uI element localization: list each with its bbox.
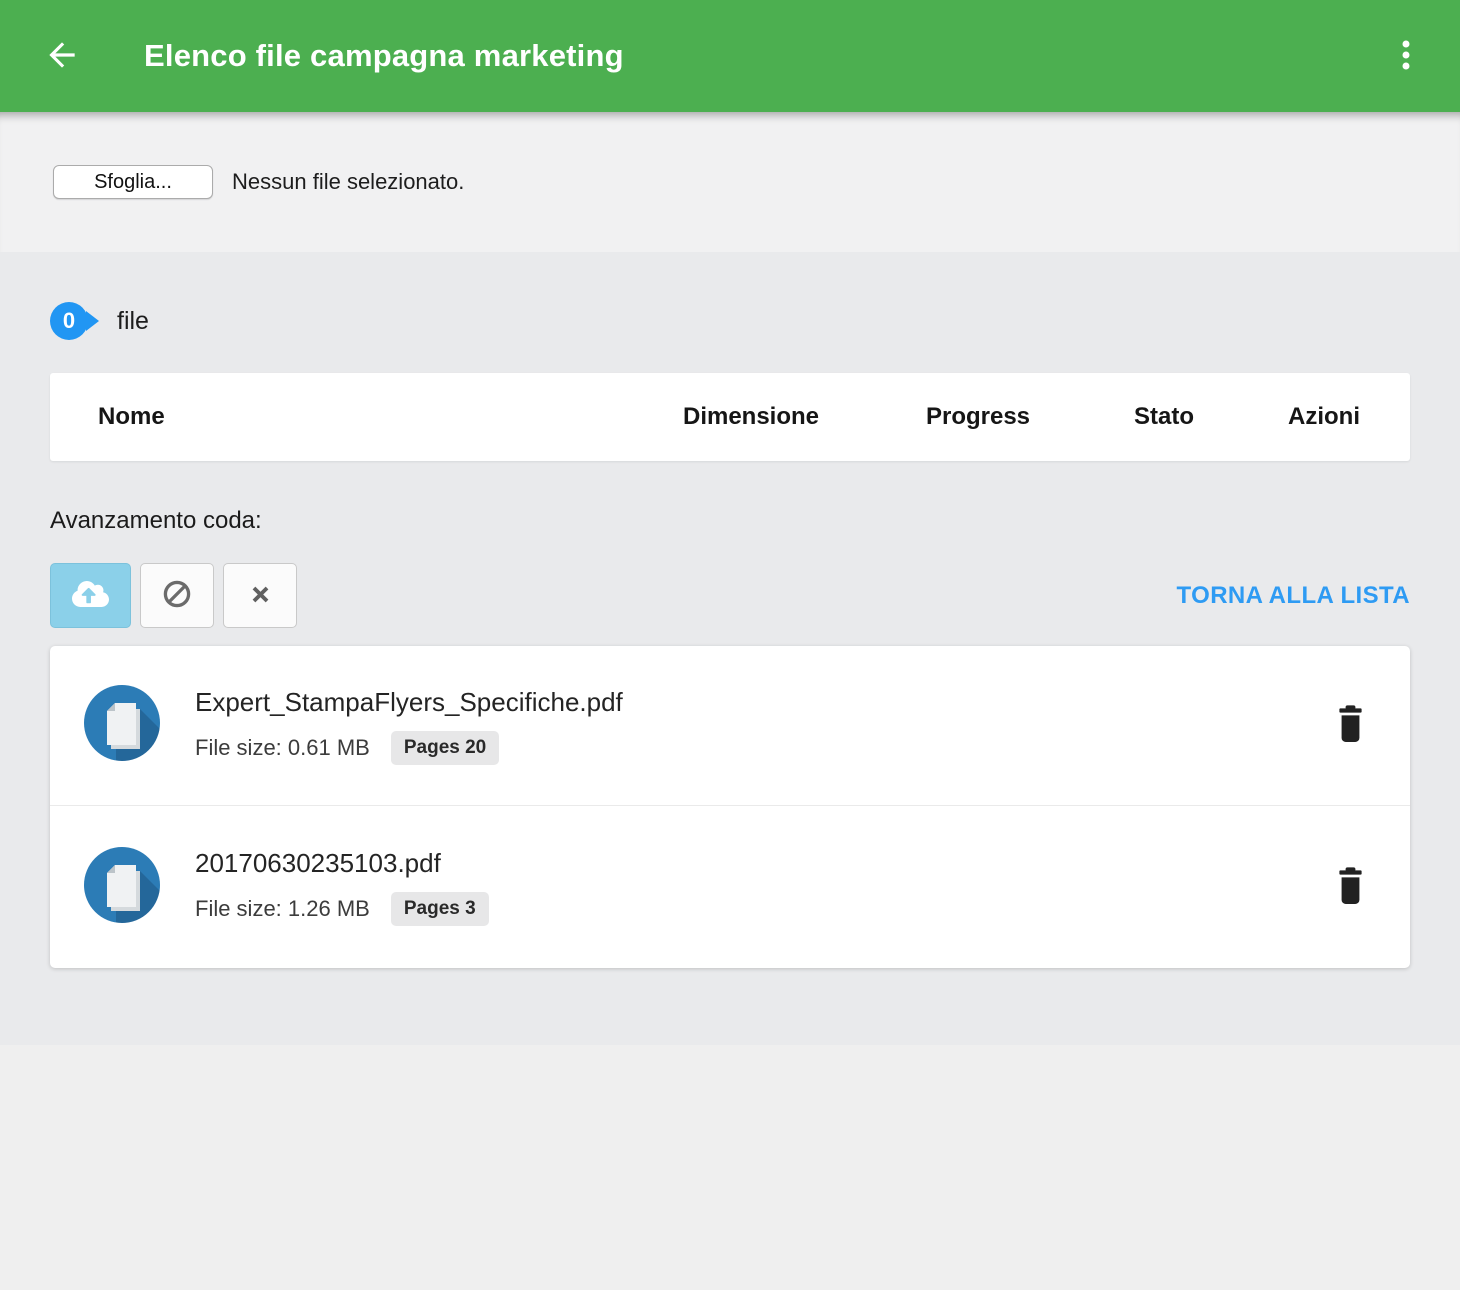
column-header-stato: Stato bbox=[1090, 403, 1238, 431]
file-meta: File size: 1.26 MB Pages 3 bbox=[195, 892, 489, 926]
file-meta: File size: 0.61 MB Pages 20 bbox=[195, 731, 623, 765]
pages-badge: Pages 20 bbox=[391, 731, 499, 765]
file-count-label: file bbox=[117, 307, 149, 336]
file-info: 20170630235103.pdf File size: 1.26 MB Pa… bbox=[195, 848, 489, 926]
upload-queue-card: Expert_StampaFlyers_Specifiche.pdf File … bbox=[50, 646, 1410, 968]
column-header-dimensione: Dimensione bbox=[636, 403, 866, 431]
file-size: File size: 0.61 MB bbox=[195, 735, 370, 761]
queue-controls: TORNA ALLA LISTA bbox=[50, 563, 1410, 628]
ban-icon bbox=[161, 578, 193, 613]
file-count-row: 0 file bbox=[50, 252, 1410, 340]
overflow-menu-button[interactable] bbox=[1382, 32, 1430, 80]
clear-queue-button[interactable] bbox=[223, 563, 297, 628]
trash-icon bbox=[1335, 866, 1366, 909]
pdf-file-icon bbox=[84, 685, 160, 766]
pages-badge: Pages 3 bbox=[391, 892, 489, 926]
cloud-upload-icon bbox=[72, 579, 109, 612]
kebab-menu-icon bbox=[1386, 35, 1426, 78]
file-info: Expert_StampaFlyers_Specifiche.pdf File … bbox=[195, 687, 623, 765]
file-size: File size: 1.26 MB bbox=[195, 896, 370, 922]
x-icon bbox=[247, 581, 274, 611]
column-header-nome: Nome bbox=[50, 403, 636, 431]
trash-icon bbox=[1335, 704, 1366, 747]
file-name: 20170630235103.pdf bbox=[195, 848, 489, 879]
back-to-list-link[interactable]: TORNA ALLA LISTA bbox=[1177, 582, 1411, 610]
main-content: 0 file Nome Dimensione Progress Stato Az… bbox=[0, 252, 1460, 1045]
column-header-progress: Progress bbox=[866, 403, 1090, 431]
bottom-spacer bbox=[0, 1045, 1460, 1290]
back-button[interactable] bbox=[38, 32, 86, 80]
pdf-file-icon bbox=[84, 847, 160, 928]
file-picker-status: Nessun file selezionato. bbox=[232, 169, 464, 195]
app-header: Elenco file campagna marketing bbox=[0, 0, 1460, 112]
column-header-azioni: Azioni bbox=[1238, 403, 1410, 431]
back-arrow-icon bbox=[43, 36, 81, 77]
file-name: Expert_StampaFlyers_Specifiche.pdf bbox=[195, 687, 623, 718]
delete-file-button[interactable] bbox=[1328, 702, 1372, 750]
queue-progress-label: Avanzamento coda: bbox=[50, 507, 1410, 535]
file-row: 20170630235103.pdf File size: 1.26 MB Pa… bbox=[50, 805, 1410, 968]
cancel-all-button[interactable] bbox=[140, 563, 214, 628]
file-picker-section: Sfoglia... Nessun file selezionato. bbox=[0, 112, 1460, 252]
file-count-badge: 0 bbox=[50, 302, 88, 340]
delete-file-button[interactable] bbox=[1328, 863, 1372, 911]
page-title: Elenco file campagna marketing bbox=[144, 38, 624, 74]
file-count-value: 0 bbox=[63, 308, 75, 334]
browse-button[interactable]: Sfoglia... bbox=[53, 165, 213, 199]
files-table-header: Nome Dimensione Progress Stato Azioni bbox=[50, 373, 1410, 461]
file-row: Expert_StampaFlyers_Specifiche.pdf File … bbox=[50, 646, 1410, 805]
upload-all-button[interactable] bbox=[50, 563, 131, 628]
